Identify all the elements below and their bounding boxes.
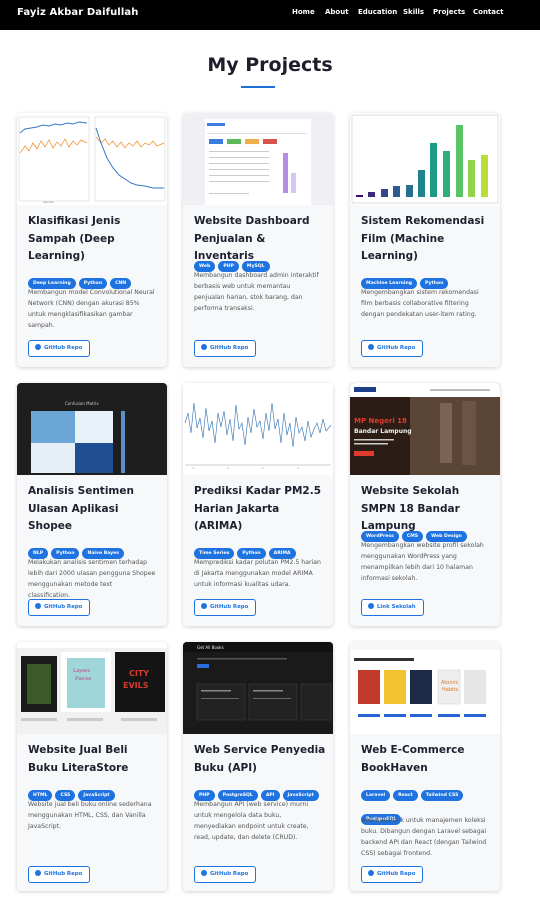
project-description: Memprediksi kadar polutan PM2.5 harian d… [194,559,321,588]
project-thumbnail [183,113,333,205]
svg-text:epochs: epochs [43,200,54,204]
github-icon [201,602,207,609]
button-label: GitHub Repo [377,871,416,877]
github-icon [35,602,41,609]
project-card: Confusion Matrix Analisis Sentimen Ulasa… [17,383,167,626]
nav-link-projects[interactable]: Projects [433,8,465,16]
github-repo-button[interactable]: GitHub Repo [28,599,91,616]
nav-link-skills[interactable]: Skills [403,8,424,16]
project-thumbnail: epochs [17,113,167,205]
github-repo-button[interactable]: GitHub Repo [28,340,91,357]
github-repo-button[interactable]: GitHub Repo [194,866,257,883]
project-thumbnail: Layers Pieces CITY EVILS [17,642,167,734]
nav-link-about[interactable]: About [325,8,349,16]
button-label: GitHub Repo [210,604,249,610]
brand-name[interactable]: Fayiz Akbar Daifullah [17,7,138,18]
button-label: GitHub Repo [210,871,249,877]
svg-text:Bandar Lampung: Bandar Lampung [354,428,412,435]
github-repo-button[interactable]: GitHub Repo [194,340,257,357]
project-title: Web Service Penyedia Buku (API) [194,744,326,774]
svg-text:Confusion Matrix: Confusion Matrix [65,401,99,406]
project-thumbnail: Get All Books [183,642,333,734]
github-repo-button[interactable]: GitHub Repo [28,866,91,883]
button-label: GitHub Repo [44,345,83,351]
button-label: GitHub Repo [44,604,83,610]
svg-text:Pieces: Pieces [75,676,92,682]
button-label: Link Sekolah [377,604,416,610]
github-repo-button[interactable]: GitHub Repo [361,866,424,883]
github-icon [368,343,374,350]
link-icon [368,602,374,609]
project-thumbnail [183,383,333,475]
project-title: Analisis Sentimen Ulasan Aplikasi Shopee [28,485,134,532]
project-description: Melakukan analisis sentimen terhadap leb… [28,559,156,599]
project-card: Get All Books Web Service Penyedia Buku … [183,642,333,891]
nav-link-education[interactable]: Education [358,8,397,16]
github-icon [201,343,207,350]
project-title: Klasifikasi Jenis Sampah (Deep Learning) [28,215,121,262]
button-label: GitHub Repo [377,345,416,351]
tag-badge: React [393,790,418,801]
svg-text:Atomic: Atomic [441,680,459,686]
project-card: epochs Klasifikasi Jenis Sampah (Deep Le… [17,113,167,367]
svg-text:Get All Books: Get All Books [197,645,224,650]
project-description: Website jual beli buku online sederhana … [28,801,152,830]
svg-text:Habits: Habits [442,687,458,693]
github-repo-button[interactable]: GitHub Repo [361,340,424,357]
github-icon [201,869,207,876]
project-title: Web E-Commerce BookHaven [361,744,465,774]
project-card: Layers Pieces CITY EVILS Website Jual Be… [17,642,167,891]
svg-text:Layers: Layers [73,668,90,674]
button-label: GitHub Repo [44,871,83,877]
project-title: Sistem Rekomendasi Film (Machine Learnin… [361,215,485,262]
project-description: Mengembangkan sistem rekomendasi film be… [361,289,479,318]
svg-text:EVILS: EVILS [123,681,149,690]
project-thumbnail: MP Negeri 18 Bandar Lampung [350,383,500,475]
project-card: Sistem Rekomendasi Film (Machine Learnin… [350,113,500,367]
section-title: My Projects [207,54,333,76]
nav-link-contact[interactable]: Contact [473,8,504,16]
project-thumbnail: Confusion Matrix [17,383,167,475]
project-description: Membangun dashboard admin interaktif ber… [194,272,319,312]
svg-text:CITY: CITY [129,669,149,678]
project-title: Website Jual Beli Buku LiteraStore [28,744,129,774]
project-card: Prediksi Kadar PM2.5 Harian Jakarta (ARI… [183,383,333,626]
project-thumbnail: Atomic Habits [350,642,500,734]
project-card: Atomic Habits Web E-Commerce BookHaven L… [350,642,500,891]
tag-badge: Tailwind CSS [420,790,464,801]
github-icon [35,343,41,350]
project-description: Membangun model Convolutional Neural Net… [28,289,155,329]
project-title: Prediksi Kadar PM2.5 Harian Jakarta (ARI… [194,485,321,532]
github-icon [35,869,41,876]
project-card: MP Negeri 18 Bandar Lampung Website Seko… [350,383,500,626]
project-thumbnail [350,113,500,205]
project-description: Membangun API (web service) murni untuk … [194,801,309,841]
title-underline [241,86,275,88]
github-icon [368,869,374,876]
github-repo-button[interactable]: GitHub Repo [194,599,257,616]
svg-text:MP Negeri 18: MP Negeri 18 [354,417,407,425]
nav-link-home[interactable]: Home [292,8,315,16]
button-label: GitHub Repo [210,345,249,351]
project-description: web full-stack untuk manajemen koleksi b… [361,817,487,857]
tag-badge: Laravel [361,790,391,801]
link-sekolah-button[interactable]: Link Sekolah [361,599,424,616]
project-card: Website Dashboard Penjualan & Inventaris… [183,113,333,367]
navbar: Fayiz Akbar Daifullah Home About Educati… [0,0,540,30]
project-description: Mengembangkan website profil sekolah men… [361,542,484,582]
